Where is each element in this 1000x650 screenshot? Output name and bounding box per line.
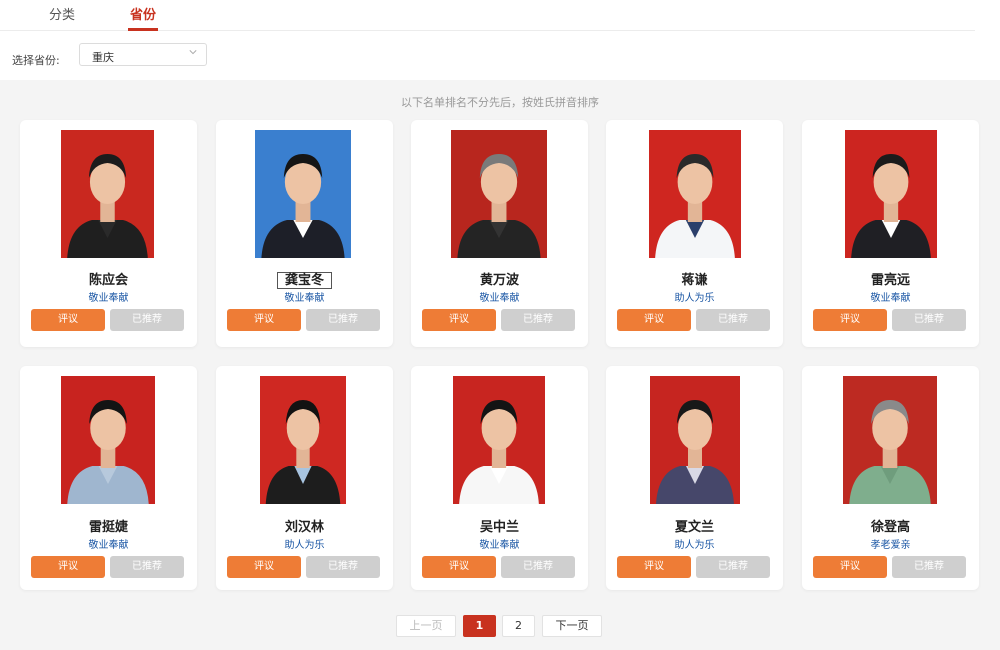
rate-button[interactable]: 评议: [617, 309, 691, 331]
candidate-name: 刘汉林: [216, 516, 393, 535]
portrait-photo: [451, 130, 547, 258]
rate-button[interactable]: 评议: [31, 309, 105, 331]
portrait-photo: [650, 376, 740, 504]
candidate-card: 陈应会敬业奉献评议 已推荐: [20, 120, 197, 347]
prev-page-button[interactable]: 上一页: [396, 615, 456, 637]
tab-province[interactable]: 省份: [130, 4, 156, 23]
candidate-name: 蒋谦: [606, 269, 783, 288]
candidate-name-text: 陈应会: [88, 273, 128, 288]
candidate-name-text: 雷亮远: [870, 273, 910, 288]
candidate-name: 徐登高: [802, 516, 979, 535]
recommended-button[interactable]: 已推荐: [892, 556, 966, 578]
candidate-name: 黄万波: [411, 269, 588, 288]
recommended-button[interactable]: 已推荐: [501, 556, 575, 578]
candidate-name: 雷亮远: [802, 269, 979, 288]
rate-button[interactable]: 评议: [422, 309, 496, 331]
rate-button[interactable]: 评议: [227, 309, 301, 331]
portrait-photo: [255, 130, 351, 258]
candidate-category: 助人为乐: [674, 540, 715, 551]
rate-button[interactable]: 评议: [31, 556, 105, 578]
candidate-name: 夏文兰: [606, 516, 783, 535]
portrait-photo: [843, 376, 937, 504]
portrait-photo: [260, 376, 346, 504]
candidate-name-text: 雷挺婕: [88, 520, 128, 535]
candidate-card: 徐登高孝老爱亲评议 已推荐: [802, 366, 979, 590]
portrait-photo: [845, 130, 937, 258]
recommended-button[interactable]: 已推荐: [306, 556, 380, 578]
tab-category[interactable]: 分类: [49, 4, 75, 23]
candidate-name: 陈应会: [20, 269, 197, 288]
candidate-card: 刘汉林助人为乐评议 已推荐: [216, 366, 393, 590]
recommended-button[interactable]: 已推荐: [306, 309, 380, 331]
portrait-photo: [649, 130, 741, 258]
top-bar: 分类 省份 选择省份: 重庆: [0, 0, 1000, 80]
candidate-category: 助人为乐: [284, 540, 325, 551]
recommended-button[interactable]: 已推荐: [110, 556, 184, 578]
candidate-card: 黄万波敬业奉献评议 已推荐: [411, 120, 588, 347]
candidate-name: 雷挺婕: [20, 516, 197, 535]
portrait-photo: [61, 130, 154, 258]
candidate-category: 敬业奉献: [870, 293, 911, 304]
candidate-card: 雷挺婕敬业奉献评议 已推荐: [20, 366, 197, 590]
page-1-button[interactable]: 1: [463, 615, 496, 637]
rate-button[interactable]: 评议: [617, 556, 691, 578]
province-select[interactable]: 重庆: [79, 43, 207, 66]
candidate-name-text: 龚宝冬: [276, 272, 332, 289]
rate-button[interactable]: 评议: [422, 556, 496, 578]
rate-button[interactable]: 评议: [813, 556, 887, 578]
province-select-value: 重庆: [92, 51, 114, 64]
recommended-button[interactable]: 已推荐: [501, 309, 575, 331]
candidate-category: 敬业奉献: [479, 540, 520, 551]
candidate-card: 雷亮远敬业奉献评议 已推荐: [802, 120, 979, 347]
candidate-name: 吴中兰: [411, 516, 588, 535]
page-2-button[interactable]: 2: [502, 615, 535, 637]
province-filter-label: 选择省份:: [12, 54, 60, 67]
candidate-card: 吴中兰敬业奉献评议 已推荐: [411, 366, 588, 590]
rate-button[interactable]: 评议: [813, 309, 887, 331]
candidate-category: 敬业奉献: [284, 293, 325, 304]
next-page-button[interactable]: 下一页: [542, 615, 602, 637]
candidate-name-text: 徐登高: [870, 520, 910, 535]
active-tab-indicator: [128, 28, 158, 31]
candidate-name-text: 刘汉林: [284, 520, 324, 535]
candidate-category: 敬业奉献: [479, 293, 520, 304]
candidate-card: 龚宝冬敬业奉献评议 已推荐: [216, 120, 393, 347]
portrait-photo: [61, 376, 155, 504]
recommended-button[interactable]: 已推荐: [696, 309, 770, 331]
candidate-category: 敬业奉献: [88, 540, 129, 551]
candidate-card: 蒋谦助人为乐评议 已推荐: [606, 120, 783, 347]
candidate-name-text: 蒋谦: [681, 273, 708, 288]
candidate-card: 夏文兰助人为乐评议 已推荐: [606, 366, 783, 590]
portrait-photo: [453, 376, 545, 504]
recommended-button[interactable]: 已推荐: [110, 309, 184, 331]
ranking-note: 以下名单排名不分先后，按姓氏拼音排序: [401, 96, 599, 109]
candidate-category: 助人为乐: [674, 293, 715, 304]
candidate-category: 孝老爱亲: [870, 540, 911, 551]
tab-bar: 分类 省份: [0, 0, 975, 31]
recommended-button[interactable]: 已推荐: [696, 556, 770, 578]
candidate-name-text: 夏文兰: [674, 520, 714, 535]
candidate-category: 敬业奉献: [88, 293, 129, 304]
chevron-down-icon: [189, 50, 197, 55]
candidate-name-text: 吴中兰: [479, 520, 519, 535]
candidate-name-text: 黄万波: [479, 273, 519, 288]
candidate-name: 龚宝冬: [216, 269, 393, 289]
rate-button[interactable]: 评议: [227, 556, 301, 578]
recommended-button[interactable]: 已推荐: [892, 309, 966, 331]
